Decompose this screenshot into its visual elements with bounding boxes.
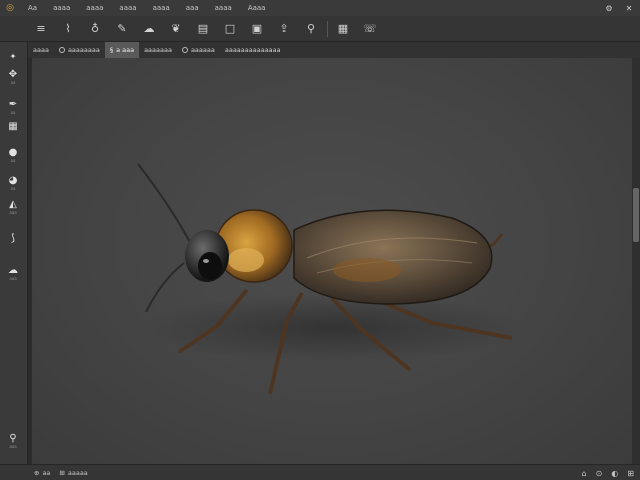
menu-item-edit[interactable]: aaaa (45, 0, 78, 16)
tab-status-icon (58, 47, 65, 53)
home-icon[interactable]: ⌂ (582, 469, 587, 478)
image-canvas[interactable] (32, 58, 632, 464)
menu-item-window[interactable]: Aaaa (240, 0, 274, 16)
tab-label: aaaa (33, 46, 49, 54)
status-nav-icon[interactable]: ⊕ (34, 469, 39, 477)
tab-status-icon (181, 47, 188, 53)
tab-document-5[interactable]: aaaaaa (177, 42, 220, 58)
tab-document-2[interactable]: aaaaaaaa (54, 42, 105, 58)
brush-tool-icon[interactable]: ✒ aa (2, 98, 24, 116)
tool-label: aa (10, 79, 16, 85)
beetle-artwork (137, 163, 522, 395)
fill-tool-icon[interactable]: ◕ aa (2, 174, 24, 192)
tools-panel: ✦ ✥ aa ✒ aa ▦ ● aa ◕ aa ◭ aaa ⟆ ☁ aaa ⚲ … (0, 42, 28, 464)
export-icon[interactable]: ⇪ (273, 20, 295, 38)
app-logo-icon[interactable]: ◎ (0, 0, 20, 16)
brush-stroke-icon[interactable]: ⌇ (57, 20, 79, 38)
menu-item-select[interactable]: aaaa (145, 0, 178, 16)
document-tabs: aaaa aaaaaaaa § a aaa aaaaaaa aaaaaa aaa… (28, 42, 640, 58)
square-icon[interactable]: □ (219, 20, 241, 38)
scrollbar-thumb[interactable] (633, 188, 639, 242)
drop-icon[interactable]: ♁ (84, 20, 106, 38)
layers-icon[interactable]: ▤ (192, 20, 214, 38)
cloud-icon[interactable]: ☁ (138, 20, 160, 38)
tab-type-icon: § (109, 46, 114, 54)
tool-glyph: ⚲ (9, 432, 17, 444)
tab-document-1[interactable]: aaaa (28, 42, 54, 58)
tool-label: aaa (9, 275, 17, 281)
chat-tool-icon[interactable]: ☁ aaa (2, 264, 24, 282)
fit-screen-icon[interactable]: ⊞ (627, 469, 634, 478)
menu-item-layer[interactable]: aaaa (111, 0, 144, 16)
tool-glyph: ☁ (8, 264, 18, 276)
tab-label: a aaa (116, 46, 135, 54)
menu-item-filter[interactable]: aaa (178, 0, 207, 16)
menu-item-view[interactable]: aaaa (207, 0, 240, 16)
align-icon[interactable]: ≡ (30, 20, 52, 38)
pen-icon[interactable]: ✎ (111, 20, 133, 38)
tool-label: aaa (9, 443, 17, 449)
tool-glyph: ◕ (8, 174, 18, 186)
tool-glyph: ● (8, 146, 18, 158)
status-grid-icon[interactable]: ⊞ (59, 469, 64, 477)
pin-icon[interactable]: ⚲ (300, 20, 322, 38)
status-right: ⌂ ⊙ ◐ ⊞ (582, 465, 634, 480)
status-doc-info: aaaaa (67, 468, 88, 477)
vertical-scrollbar[interactable] (632, 58, 640, 464)
contrast-icon[interactable]: ◐ (611, 469, 618, 478)
shape-tool-icon[interactable]: ◭ aaa (2, 198, 24, 216)
target-icon[interactable]: ⊙ (596, 469, 603, 478)
circle-tool-icon[interactable]: ● aa (2, 146, 24, 164)
status-left: ⊕ aa ⊞ aaaaa (0, 469, 88, 477)
tool-glyph: ✥ (8, 68, 18, 80)
toolbar-pin-icon[interactable]: ✦ (2, 48, 24, 66)
tool-glyph: ✒ (8, 98, 18, 110)
tab-document-4[interactable]: aaaaaaa (139, 42, 177, 58)
tree-icon[interactable]: ❦ (165, 20, 187, 38)
tab-document-6[interactable]: aaaaaaaaaaaaaa (220, 42, 286, 58)
options-divider (327, 20, 328, 37)
tab-document-active[interactable]: § a aaa (104, 42, 140, 58)
tool-label: aa (10, 185, 16, 191)
move-tool-icon[interactable]: ✥ aa (2, 68, 24, 86)
panel-icon[interactable]: ▣ (246, 20, 268, 38)
settings-icon[interactable]: ⚙ (600, 0, 618, 16)
tool-label: aa (10, 109, 16, 115)
menu-item-image[interactable]: aaaa (78, 0, 111, 16)
tab-label: aaaaaaaa (67, 46, 100, 54)
tab-label: aaaaaaa (144, 46, 172, 54)
tab-label: aaaaaaaaaaaaaa (224, 46, 281, 54)
grid-tool-icon[interactable]: ▦ (2, 118, 24, 136)
menu-bar: ◎ Aa aaaa aaaa aaaa aaaa aaa aaaa Aaaa ⚙… (0, 0, 640, 16)
tab-label: aaaaaa (190, 46, 215, 54)
tool-glyph: ⟆ (11, 233, 15, 244)
close-icon[interactable]: ✕ (620, 0, 638, 16)
menu-item-file[interactable]: Aa (20, 0, 45, 16)
zoom-tool-icon[interactable]: ⚲ aaa (2, 432, 24, 450)
tool-glyph: ▦ (8, 121, 18, 132)
tool-glyph: ◭ (9, 198, 17, 210)
status-text: aa (42, 468, 51, 477)
chat-icon[interactable]: ☏ (359, 20, 381, 38)
options-bar: ≡ ⌇ ♁ ✎ ☁ ❦ ▤ □ ▣ ⇪ ⚲ ▦ ☏ (0, 16, 640, 42)
status-bar: ⊕ aa ⊞ aaaaa ⌂ ⊙ ◐ ⊞ (0, 464, 640, 480)
lasso-tool-icon[interactable]: ⟆ (2, 230, 24, 248)
tool-label: aa (10, 157, 16, 163)
document-icon[interactable]: ▦ (332, 20, 354, 38)
tool-label: aaa (9, 209, 17, 215)
